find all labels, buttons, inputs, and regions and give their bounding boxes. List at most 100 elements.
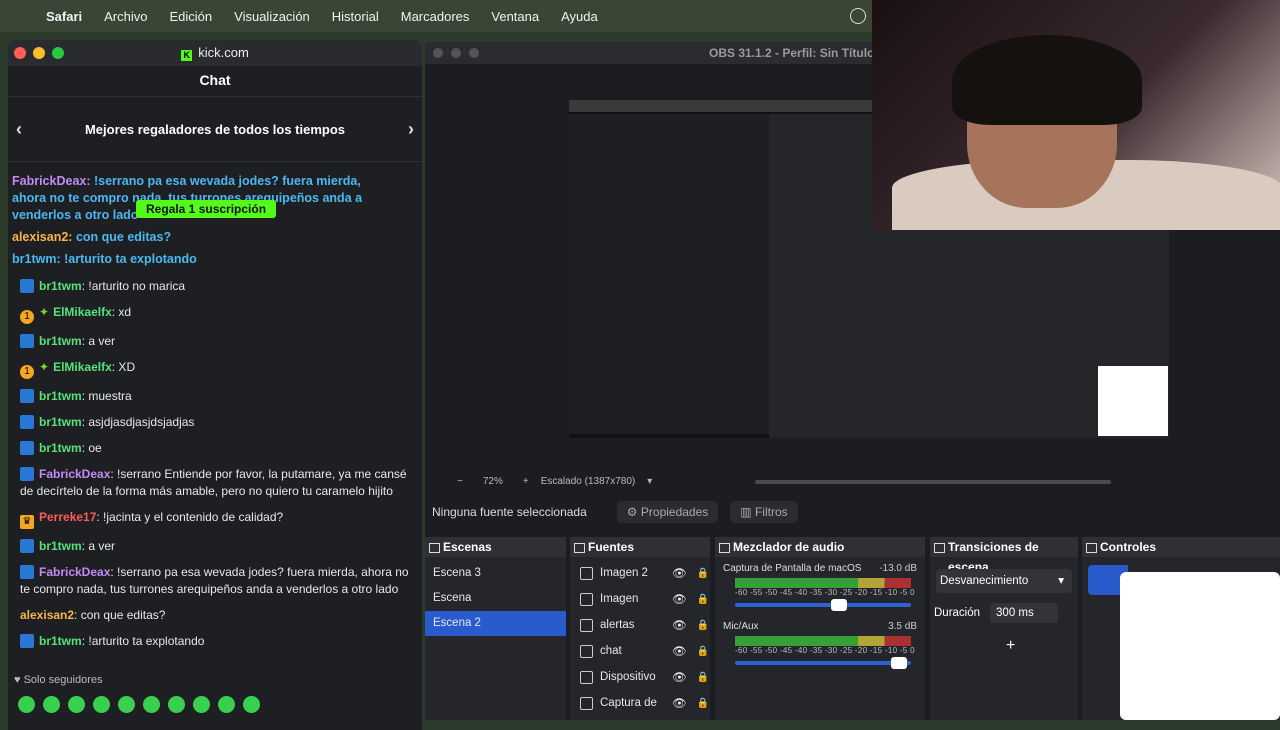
menu-edicion[interactable]: Edición xyxy=(170,9,213,24)
zoom-plus-icon[interactable]: + xyxy=(523,476,529,487)
chat-username[interactable]: br1twm xyxy=(39,539,82,553)
add-transition-icon[interactable]: + xyxy=(1006,637,1078,655)
address-bar[interactable]: Kkick.com xyxy=(8,45,422,61)
volume-slider-handle[interactable] xyxy=(831,599,847,611)
chat-text: : !jacinta y el contenido de calidad? xyxy=(96,510,284,524)
scaling-label: Escalado (1387x780) xyxy=(540,475,636,487)
source-item[interactable]: Dispositivo 👁 🔒 xyxy=(570,664,710,690)
emote-icon[interactable] xyxy=(218,696,235,713)
eye-icon[interactable]: 👁 xyxy=(672,696,687,710)
webcam-video xyxy=(872,0,1280,230)
volume-slider-handle[interactable] xyxy=(891,657,907,669)
emote-icon[interactable] xyxy=(243,696,260,713)
eye-icon[interactable]: 👁 xyxy=(672,592,687,606)
top-gifters-bar: ‹ Mejores regaladores de todos los tiemp… xyxy=(8,97,422,162)
followers-only-text: Solo seguidores xyxy=(23,674,103,686)
transition-select[interactable]: Desvanecimiento ▾ xyxy=(936,569,1072,593)
gift-subscription-button[interactable]: Regala 1 suscripción xyxy=(136,200,277,218)
menu-historial[interactable]: Historial xyxy=(332,9,379,24)
menu-archivo[interactable]: Archivo xyxy=(104,9,147,24)
sub-badge-icon xyxy=(20,415,34,429)
eye-icon[interactable]: 👁 xyxy=(672,644,687,658)
chat-username[interactable]: alexisan2 xyxy=(20,608,74,622)
chat-username[interactable]: Perreke17 xyxy=(39,510,96,524)
menu-ayuda[interactable]: Ayuda xyxy=(561,9,598,24)
chat-text: : oe xyxy=(81,441,102,455)
chat-username[interactable]: FabrickDeax xyxy=(39,565,110,579)
zoom-window-button[interactable] xyxy=(469,48,479,58)
sub-badge-icon xyxy=(20,334,34,348)
horizontal-scrollbar[interactable] xyxy=(755,480,1111,484)
lock-icon[interactable]: 🔒 xyxy=(697,594,709,605)
properties-button[interactable]: ⚙ Propiedades xyxy=(616,501,719,523)
pinned-br-user[interactable]: br1twm: xyxy=(12,252,61,266)
chat-message: FabrickDeax: !serrano Entiende por favor… xyxy=(20,466,410,500)
eye-icon[interactable]: 👁 xyxy=(672,670,687,684)
chat-username[interactable]: br1twm xyxy=(39,441,82,455)
chat-username[interactable]: br1twm xyxy=(39,634,82,648)
emote-icon[interactable] xyxy=(68,696,85,713)
chevron-left-icon[interactable]: ‹ xyxy=(16,119,22,140)
chat-username[interactable]: ElMikaelfx xyxy=(53,360,112,374)
chat-username[interactable]: br1twm xyxy=(39,389,82,403)
control-center-icon[interactable] xyxy=(850,8,866,24)
source-item[interactable]: Imagen 👁 🔒 xyxy=(570,586,710,612)
pinned-user[interactable]: FabrickDeax: xyxy=(12,174,91,188)
preview-chat xyxy=(569,114,769,434)
eye-icon[interactable]: 👁 xyxy=(672,618,687,632)
sources-title: Fuentes xyxy=(570,537,710,557)
channel-name: Captura de Pantalla de macOS xyxy=(723,563,862,574)
followers-only-label: ♥ Solo seguidores xyxy=(14,674,102,686)
gem-badge-icon: ✦ xyxy=(39,360,50,374)
gem-badge-icon: ✦ xyxy=(39,305,50,319)
transitions-title: Transiciones de escena xyxy=(930,537,1078,574)
lock-icon[interactable]: 🔒 xyxy=(697,698,709,709)
scene-item-selected[interactable]: Escena 2 xyxy=(425,611,566,636)
zoom-minus-icon[interactable]: − xyxy=(457,476,463,487)
menu-ventana[interactable]: Ventana xyxy=(491,9,539,24)
chat-text: : xd xyxy=(111,305,132,319)
menu-marcadores[interactable]: Marcadores xyxy=(401,9,470,24)
scene-item[interactable]: Escena xyxy=(425,586,566,611)
chat-username[interactable]: FabrickDeax xyxy=(39,467,110,481)
menu-safari[interactable]: Safari xyxy=(46,9,82,24)
lock-icon[interactable]: 🔒 xyxy=(697,672,709,683)
emote-icon[interactable] xyxy=(193,696,210,713)
duration-input[interactable]: 300 ms xyxy=(990,603,1059,623)
source-item[interactable]: Imagen 2 👁 🔒 xyxy=(570,560,710,586)
volume-slider[interactable] xyxy=(735,599,911,611)
close-window-button[interactable] xyxy=(433,48,443,58)
chat-messages: br1twm: !arturito no marica 1 ✦ ElMikaelfx… xyxy=(8,278,422,659)
source-item[interactable]: Captura de 👁 🔒 xyxy=(570,690,710,716)
chat-message: br1twm: !arturito ta explotando xyxy=(20,633,410,650)
source-item[interactable]: alertas 👁 🔒 xyxy=(570,612,710,638)
scene-item[interactable]: Escena 3 xyxy=(425,561,566,586)
chat-text: : con que editas? xyxy=(74,608,166,622)
chat-username[interactable]: ElMikaelfx xyxy=(53,305,112,319)
no-source-label: Ninguna fuente seleccionada xyxy=(432,505,587,519)
chevron-down-icon[interactable]: ▾ xyxy=(647,476,652,487)
emote-icon[interactable] xyxy=(168,696,185,713)
volume-slider[interactable] xyxy=(735,657,911,669)
filters-button[interactable]: ▥ Filtros xyxy=(730,501,798,523)
emote-icon[interactable] xyxy=(18,696,35,713)
lock-icon[interactable]: 🔒 xyxy=(697,620,709,631)
minimize-window-button[interactable] xyxy=(451,48,461,58)
menu-visualizacion[interactable]: Visualización xyxy=(234,9,310,24)
source-item[interactable]: chat 👁 🔒 xyxy=(570,638,710,664)
mixer-title: Mezclador de audio xyxy=(715,537,925,557)
source-label: alertas xyxy=(600,619,635,631)
chat-username[interactable]: br1twm xyxy=(39,415,82,429)
duration-label: Duración xyxy=(934,607,981,619)
emote-icon[interactable] xyxy=(143,696,160,713)
chevron-right-icon[interactable]: › xyxy=(408,119,414,140)
chat-username[interactable]: br1twm xyxy=(39,279,82,293)
chat-username[interactable]: br1twm xyxy=(39,334,82,348)
emote-icon[interactable] xyxy=(43,696,60,713)
emote-icon[interactable] xyxy=(118,696,135,713)
pinned-alex-user[interactable]: alexisan2: xyxy=(12,230,72,244)
lock-icon[interactable]: 🔒 xyxy=(697,568,709,579)
emote-icon[interactable] xyxy=(93,696,110,713)
eye-icon[interactable]: 👁 xyxy=(672,566,687,580)
lock-icon[interactable]: 🔒 xyxy=(697,646,709,657)
